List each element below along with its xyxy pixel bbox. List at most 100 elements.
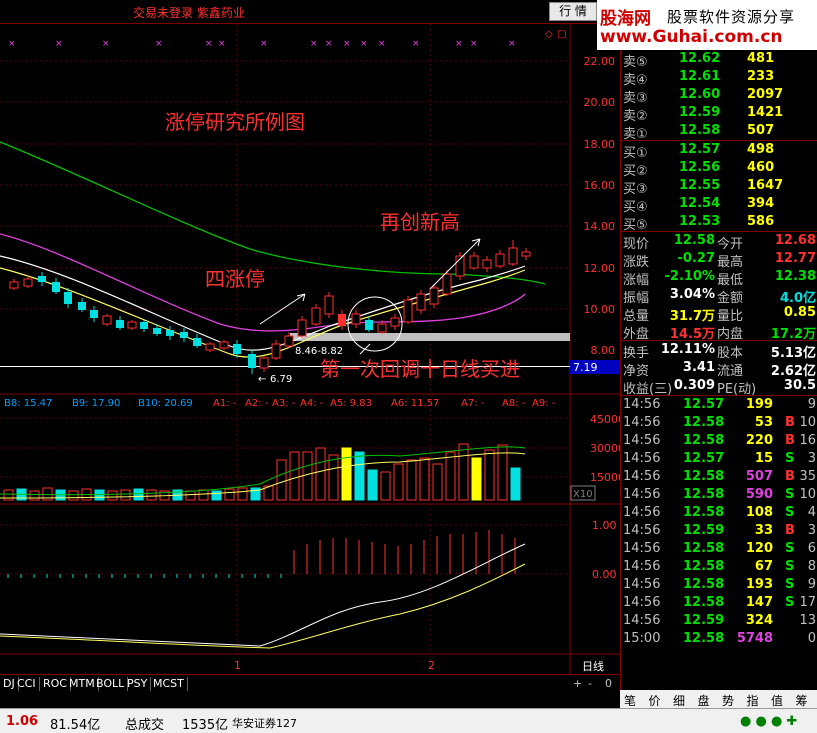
order-buy-row[interactable]: 买① 12.57 498 (621, 141, 817, 161)
order-buy-row[interactable]: 买④ 12.54 394 (621, 195, 817, 215)
tick-price: 12.58 (683, 631, 725, 646)
volume-bar (120, 489, 131, 501)
candle-body (127, 321, 137, 329)
order-sell-row[interactable]: 卖⑤ 12.62 481 (621, 50, 817, 70)
zoom-in-button[interactable]: + (570, 677, 585, 691)
detail-tab[interactable]: 细 (673, 692, 685, 709)
svg-text:×: × (470, 39, 478, 49)
quote-value: 3.04% (669, 287, 715, 302)
detail-tab[interactable]: 盘 (698, 692, 710, 709)
tick-side: S (785, 559, 795, 574)
volume-bar (341, 447, 352, 501)
volume-bar (432, 463, 443, 501)
ma-legend-item: A3: - (272, 398, 296, 409)
candle-body (365, 320, 373, 330)
candle-body (338, 314, 346, 326)
volume-bar (68, 490, 79, 501)
detail-tab[interactable]: 筹 (796, 692, 808, 709)
tab-boll[interactable]: BOLL (93, 677, 129, 691)
tick-row: 14:56 12.58 120 S 6 (621, 540, 817, 558)
ma-legend-item: A1: - (213, 398, 237, 409)
candle-body (495, 253, 505, 267)
tick-price: 12.59 (683, 613, 725, 628)
quote-row: 总量 31.7万 量比 0.85 (621, 304, 817, 324)
quote-button[interactable]: 行 情 (549, 2, 597, 21)
tick-time: 14:56 (623, 469, 661, 484)
kline-chart[interactable]: × × × × × × × × × × × × × × × × ◇ □ 22.00 20.00 18.00 1… (0, 24, 625, 674)
price-axis-label: 12.00 (584, 262, 616, 275)
svg-text:×: × (155, 39, 163, 49)
volume-bar (185, 490, 196, 501)
order-buy-row[interactable]: 买② 12.56 460 (621, 159, 817, 179)
candle-body (78, 302, 86, 310)
quote-panel: 卖⑤ 12.62 481 卖④ 12.61 233 卖③ 12.60 2097 卖② 12.59 14… (620, 50, 817, 690)
tick-time: 14:56 (623, 451, 661, 466)
price-axis-label: 14.00 (584, 220, 616, 233)
tick-time: 14:56 (623, 559, 661, 574)
candle-body (219, 341, 229, 349)
quote-row: 振幅 3.04% 金额 4.0亿 (621, 286, 817, 306)
candle-body (153, 328, 161, 334)
tab-cci[interactable]: CCI (14, 677, 40, 691)
ma-legend-item: A7: - (461, 398, 485, 409)
quote-value: 12.38 (774, 269, 816, 284)
tab-psy[interactable]: PSY (124, 677, 152, 691)
order-buy-row[interactable]: 买③ 12.55 1647 (621, 177, 817, 197)
signal-markers: × × × × × × × × × × × × × × × × (8, 39, 516, 49)
order-volume: 481 (747, 51, 775, 66)
annotation-title: 涨停研究所例图 (165, 110, 305, 134)
order-sell-row[interactable]: 卖④ 12.61 233 (621, 68, 817, 88)
detail-tab[interactable]: 值 (771, 692, 783, 709)
candle-body (248, 354, 256, 368)
detail-tab[interactable]: 势 (722, 692, 734, 709)
tick-volume: 120 (745, 541, 773, 556)
macd-dif-line (0, 543, 526, 647)
ma-legend-item: A6: 11.57 (391, 398, 439, 409)
candle-body (38, 276, 46, 282)
tick-row: 14:56 12.58 53 B 10 (621, 414, 817, 432)
status-total-label: 总成交 (125, 718, 165, 733)
order-volume: 394 (747, 196, 775, 211)
tick-side: B (785, 469, 795, 484)
svg-text:×: × (55, 39, 63, 49)
tick-row: 14:56 12.58 507 B 35 (621, 468, 817, 486)
zoom-out-button[interactable]: - (585, 677, 595, 691)
tick-price: 12.58 (683, 433, 725, 448)
annotation-range: 8.46-8.82 (295, 346, 343, 357)
order-price: 12.54 (679, 196, 721, 211)
order-price: 12.57 (679, 142, 721, 157)
order-sell-row[interactable]: 卖① 12.58 507 (621, 122, 817, 142)
order-sell-row[interactable]: 卖③ 12.60 2097 (621, 86, 817, 106)
quote-row: 外盘 14.5万 内盘 17.2万 (621, 322, 817, 342)
tick-price: 12.58 (683, 415, 725, 430)
tab-mcst[interactable]: MCST (150, 677, 188, 691)
candle-body (390, 317, 400, 327)
price-axis-label: 22.00 (584, 55, 616, 68)
price-axis-label: 10.00 (584, 303, 616, 316)
tick-price: 12.58 (683, 559, 725, 574)
candle-body (52, 282, 60, 292)
tick-count: 9 (807, 397, 816, 412)
tick-time: 14:56 (623, 523, 661, 538)
candle-body (442, 273, 452, 295)
volume-bar (211, 490, 222, 501)
order-price: 12.61 (679, 69, 721, 84)
svg-text:×: × (378, 39, 386, 49)
tick-side: S (785, 451, 795, 466)
svg-text:×: × (205, 39, 213, 49)
status-bar: 1.06 81.54亿 总成交 1535亿 华安证券127 ● ● ● ✚ (0, 708, 817, 733)
order-sell-row[interactable]: 卖② 12.59 1421 (621, 104, 817, 124)
tick-time: 14:56 (623, 487, 661, 502)
volume-bar (471, 457, 482, 501)
volume-bar (458, 443, 469, 501)
annotation-limit-up: 四涨停 (205, 267, 265, 291)
order-volume: 1421 (747, 105, 784, 120)
detail-tab[interactable]: 指 (747, 692, 759, 709)
zoom-reset-button[interactable]: 0 (602, 677, 615, 691)
volume-bar (198, 489, 209, 501)
detail-tab[interactable]: 价 (649, 692, 661, 709)
detail-tabs: 笔价细盘势指值筹 (620, 690, 817, 708)
order-buy-row[interactable]: 买⑤ 12.53 586 (621, 213, 817, 233)
candle-body (166, 330, 174, 336)
detail-tab[interactable]: 笔 (624, 692, 636, 709)
